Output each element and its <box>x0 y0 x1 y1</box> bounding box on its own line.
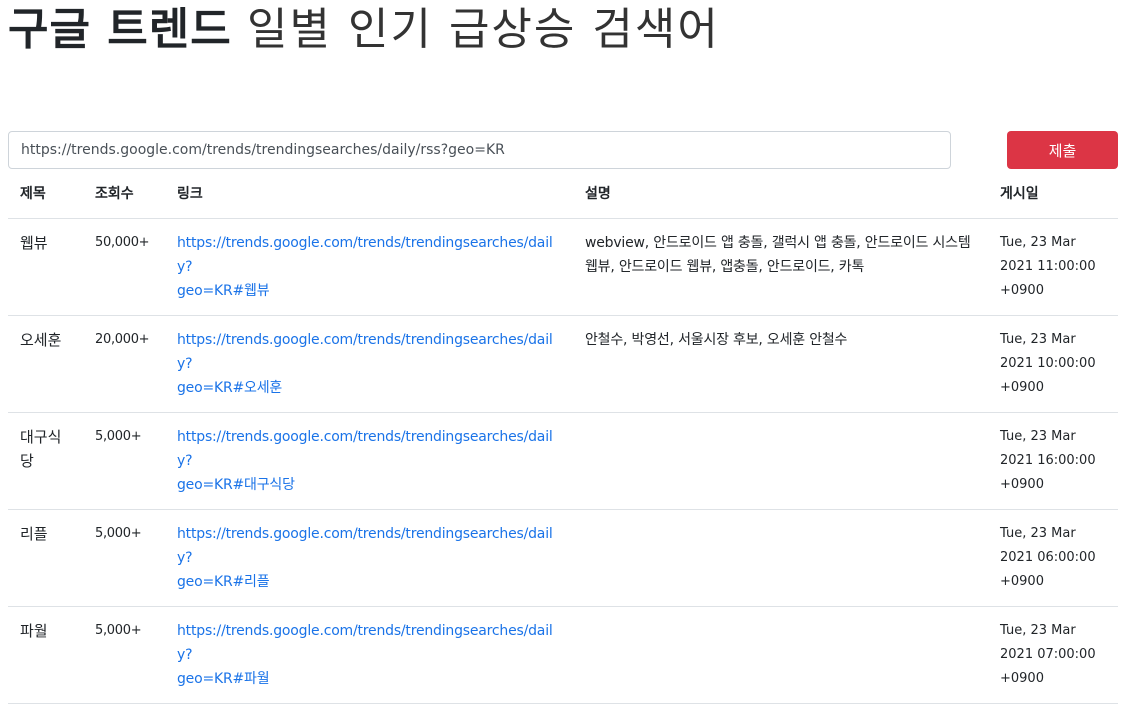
table-row: 웹뷰 50,000+ https://trends.google.com/tre… <box>8 218 1118 316</box>
row-description <box>573 412 988 510</box>
row-title: 웹뷰 <box>8 218 83 316</box>
pubdate-line2: 2021 16:00:00 <box>1000 452 1096 468</box>
trend-link-line2: geo=KR#리플 <box>177 573 270 590</box>
column-header-pubdate: 게시일 <box>988 168 1118 219</box>
table-row: 대구식당 5,000+ https://trends.google.com/tr… <box>8 412 1118 510</box>
trend-link-line1: https://trends.google.com/trends/trendin… <box>177 331 553 372</box>
table-row: 리플 5,000+ https://trends.google.com/tren… <box>8 509 1118 607</box>
column-header-description: 설명 <box>573 168 988 219</box>
trend-link[interactable]: https://trends.google.com/trends/trendin… <box>177 522 563 594</box>
row-title: 대구식당 <box>8 412 83 510</box>
column-header-link: 링크 <box>165 168 573 219</box>
rss-url-input[interactable] <box>8 131 951 169</box>
pubdate-line3: +0900 <box>1000 476 1044 492</box>
trend-link-line1: https://trends.google.com/trends/trendin… <box>177 622 553 663</box>
trend-link-line2: geo=KR#오세훈 <box>177 379 283 396</box>
row-description: webview, 안드로이드 앱 충돌, 갤럭시 앱 충돌, 안드로이드 시스템… <box>573 218 988 316</box>
row-description <box>573 606 988 704</box>
column-header-views: 조회수 <box>83 168 165 219</box>
pubdate-line3: +0900 <box>1000 573 1044 589</box>
page: 구글 트렌드 일별 인기 급상승 검색어 제출 제목 조회수 링크 설명 게시일… <box>0 0 1129 712</box>
row-link-cell: https://trends.google.com/trends/trendin… <box>165 509 573 607</box>
trend-link-line1: https://trends.google.com/trends/trendin… <box>177 428 553 469</box>
row-views: 5,000+ <box>83 412 165 510</box>
row-pubdate: Tue, 23 Mar 2021 16:00:00 +0900 <box>988 412 1118 510</box>
table-row: 파월 5,000+ https://trends.google.com/tren… <box>8 606 1118 704</box>
row-views: 5,000+ <box>83 606 165 704</box>
row-pubdate: Tue, 23 Mar 2021 11:00:00 +0900 <box>988 218 1118 316</box>
pubdate-line3: +0900 <box>1000 282 1044 298</box>
row-pubdate: Tue, 23 Mar 2021 07:00:00 +0900 <box>988 606 1118 704</box>
trend-link[interactable]: https://trends.google.com/trends/trendin… <box>177 619 563 691</box>
page-title-bold: 구글 트렌드 <box>8 4 232 55</box>
pubdate-line1: Tue, 23 Mar <box>1000 234 1076 250</box>
row-link-cell: https://trends.google.com/trends/trendin… <box>165 315 573 413</box>
row-link-cell: https://trends.google.com/trends/trendin… <box>165 218 573 316</box>
pubdate-line2: 2021 11:00:00 <box>1000 258 1096 274</box>
pubdate-line1: Tue, 23 Mar <box>1000 622 1076 638</box>
trend-link-line1: https://trends.google.com/trends/trendin… <box>177 234 553 275</box>
trend-link-line2: geo=KR#대구식당 <box>177 476 295 493</box>
table-row: 오세훈 20,000+ https://trends.google.com/tr… <box>8 315 1118 413</box>
submit-button[interactable]: 제출 <box>1007 131 1118 169</box>
trend-link[interactable]: https://trends.google.com/trends/trendin… <box>177 231 563 303</box>
row-title: 파월 <box>8 606 83 704</box>
row-title: 리플 <box>8 509 83 607</box>
trends-table: 제목 조회수 링크 설명 게시일 웹뷰 50,000+ https://tren… <box>8 168 1118 704</box>
row-views: 5,000+ <box>83 509 165 607</box>
pubdate-line1: Tue, 23 Mar <box>1000 331 1076 347</box>
row-description <box>573 509 988 607</box>
pubdate-line2: 2021 06:00:00 <box>1000 549 1096 565</box>
trend-link[interactable]: https://trends.google.com/trends/trendin… <box>177 425 563 497</box>
column-header-title: 제목 <box>8 168 83 219</box>
trend-link-line2: geo=KR#파월 <box>177 670 270 687</box>
trend-link[interactable]: https://trends.google.com/trends/trendin… <box>177 328 563 400</box>
trend-link-line1: https://trends.google.com/trends/trendin… <box>177 525 553 566</box>
row-pubdate: Tue, 23 Mar 2021 10:00:00 +0900 <box>988 315 1118 413</box>
row-title: 오세훈 <box>8 315 83 413</box>
pubdate-line1: Tue, 23 Mar <box>1000 428 1076 444</box>
row-pubdate: Tue, 23 Mar 2021 06:00:00 +0900 <box>988 509 1118 607</box>
pubdate-line3: +0900 <box>1000 379 1044 395</box>
page-title-light: 일별 인기 급상승 검색어 <box>247 4 720 55</box>
trend-link-line2: geo=KR#웹뷰 <box>177 282 270 299</box>
table-header-row: 제목 조회수 링크 설명 게시일 <box>8 168 1118 219</box>
row-views: 50,000+ <box>83 218 165 316</box>
pubdate-line3: +0900 <box>1000 670 1044 686</box>
row-views: 20,000+ <box>83 315 165 413</box>
page-title: 구글 트렌드 일별 인기 급상승 검색어 <box>8 2 720 58</box>
row-description: 안철수, 박영선, 서울시장 후보, 오세훈 안철수 <box>573 315 988 413</box>
pubdate-line1: Tue, 23 Mar <box>1000 525 1076 541</box>
row-link-cell: https://trends.google.com/trends/trendin… <box>165 412 573 510</box>
pubdate-line2: 2021 07:00:00 <box>1000 646 1096 662</box>
pubdate-line2: 2021 10:00:00 <box>1000 355 1096 371</box>
row-link-cell: https://trends.google.com/trends/trendin… <box>165 606 573 704</box>
